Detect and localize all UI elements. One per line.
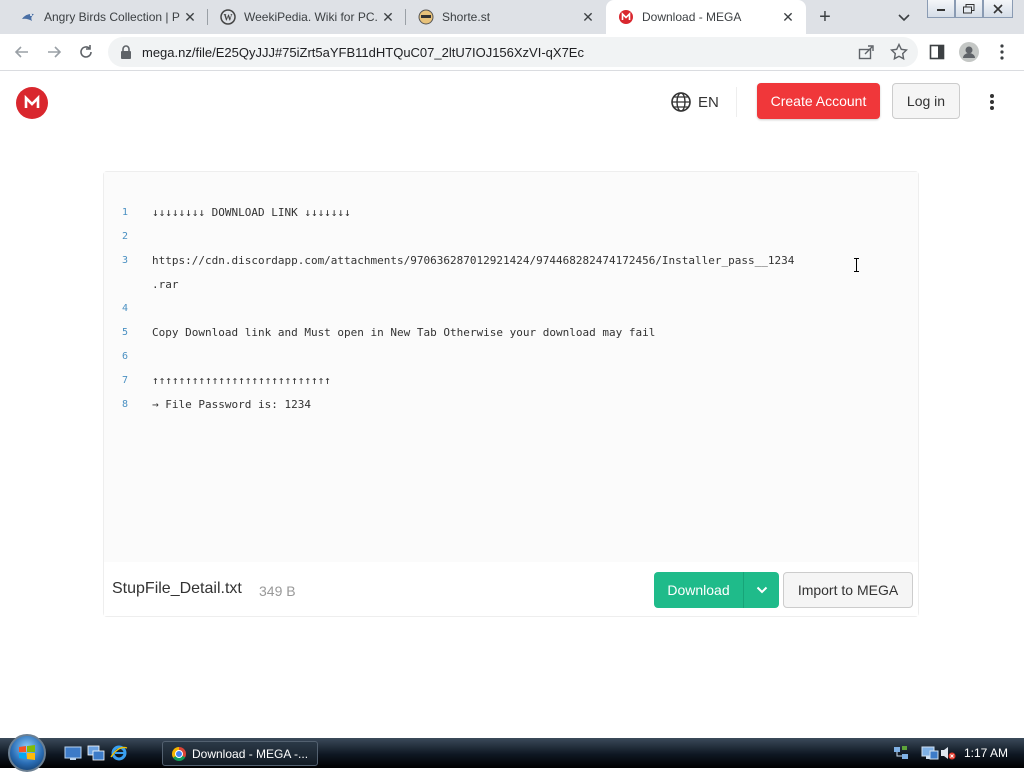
display-tray-icon[interactable] <box>921 745 939 761</box>
line-text: https://cdn.discordapp.com/attachments/9… <box>152 253 795 267</box>
line-number: 6 <box>122 350 129 362</box>
line-number: 7 <box>122 374 129 386</box>
download-button-group: Download <box>654 572 779 608</box>
forward-icon[interactable] <box>42 40 66 64</box>
tab-weekipedia[interactable]: W WeekiPedia. Wiki for PC. ✕ <box>200 0 406 34</box>
taskbar: Download - MEGA -... 1:17 AM <box>0 734 1024 772</box>
show-desktop-icon[interactable] <box>64 745 82 761</box>
code-line: 8 → File Password is: 1234 <box>122 392 794 416</box>
url-text: mega.nz/file/E25QyJJJ#75iZrt5aYFB11dHTQu… <box>142 45 584 60</box>
code-line: 2 <box>122 224 794 248</box>
tab-shortest[interactable]: Shorte.st ✕ <box>398 0 606 34</box>
minimize-button[interactable] <box>927 0 955 18</box>
line-number: 8 <box>122 398 129 410</box>
clock: 1:17 AM <box>964 746 1009 760</box>
bird-icon <box>20 9 36 25</box>
line-number: 4 <box>122 302 129 314</box>
taskbar-window-label: Download - MEGA -... <box>192 746 309 761</box>
browser-toolbar: mega.nz/file/E25QyJJJ#75iZrt5aYFB11dHTQu… <box>0 34 1024 71</box>
start-button[interactable] <box>8 734 46 772</box>
tab-mega[interactable]: Download - MEGA ✕ <box>606 0 806 34</box>
share-icon[interactable] <box>858 44 874 65</box>
code-line: 6 <box>122 344 794 368</box>
wordpress-icon: W <box>220 9 236 25</box>
tab-title: Angry Birds Collection | P <box>44 10 180 24</box>
close-window-button[interactable] <box>983 0 1013 18</box>
code-line: 3 https://cdn.discordapp.com/attachments/… <box>122 248 794 272</box>
file-size: 349 B <box>259 583 296 599</box>
switch-windows-icon[interactable] <box>87 745 105 761</box>
tab-strip: Angry Birds Collection | P ✕ W WeekiPedi… <box>0 0 1024 34</box>
new-tab-button[interactable]: + <box>813 5 837 29</box>
login-button[interactable]: Log in <box>892 83 960 119</box>
profile-avatar-icon[interactable] <box>957 40 981 64</box>
shortest-icon <box>418 9 434 25</box>
code-line: 5 Copy Download link and Must open in New… <box>122 320 794 344</box>
code-block: 1 ↓↓↓↓↓↓↓↓ DOWNLOAD LINK ↓↓↓↓↓↓↓ 2 3 https… <box>122 200 794 416</box>
lock-icon <box>120 45 132 59</box>
line-number: 2 <box>122 230 129 242</box>
svg-text:W: W <box>224 13 233 23</box>
address-bar[interactable]: mega.nz/file/E25QyJJJ#75iZrt5aYFB11dHTQu… <box>108 37 918 67</box>
globe-icon <box>671 92 691 112</box>
text-preview: 1 ↓↓↓↓↓↓↓↓ DOWNLOAD LINK ↓↓↓↓↓↓↓ 2 3 https… <box>104 172 918 562</box>
bookmark-star-icon[interactable] <box>889 42 909 66</box>
tab-title: Shorte.st <box>442 10 491 24</box>
code-line: .rar <box>122 272 794 296</box>
code-line: 4 <box>122 296 794 320</box>
create-account-button[interactable]: Create Account <box>757 83 880 119</box>
divider <box>736 87 737 117</box>
line-text: ↑↑↑↑↑↑↑↑↑↑↑↑↑↑↑↑↑↑↑↑↑↑↑↑↑↑↑ <box>152 373 331 387</box>
back-icon[interactable] <box>10 40 34 64</box>
internet-explorer-icon[interactable] <box>110 745 128 761</box>
browser-menu-icon[interactable] <box>990 40 1014 64</box>
close-tab-icon[interactable]: ✕ <box>182 9 198 25</box>
chevron-down-icon[interactable] <box>893 7 915 29</box>
mega-logo-icon[interactable] <box>16 87 48 119</box>
tab-title: Download - MEGA <box>642 10 742 24</box>
close-tab-icon[interactable]: ✕ <box>580 9 596 25</box>
line-number: 5 <box>122 326 129 338</box>
language-label: EN <box>698 93 719 111</box>
close-tab-icon[interactable]: ✕ <box>780 9 796 25</box>
text-cursor-icon <box>854 258 859 272</box>
file-name: StupFile_Detail.txt <box>112 580 242 597</box>
page-content: EN Create Account Log in 1 ↓↓↓↓↓↓↓↓ DOWNL… <box>0 71 1024 738</box>
code-line: 7 ↑↑↑↑↑↑↑↑↑↑↑↑↑↑↑↑↑↑↑↑↑↑↑↑↑↑↑ <box>122 368 794 392</box>
line-text: → File Password is: 1234 <box>152 397 311 411</box>
line-text: Copy Download link and Must open in New … <box>152 325 656 339</box>
code-line: 1 ↓↓↓↓↓↓↓↓ DOWNLOAD LINK ↓↓↓↓↓↓↓ <box>122 200 794 224</box>
line-number: 1 <box>122 206 129 218</box>
side-panel-icon[interactable] <box>925 40 949 64</box>
close-tab-icon[interactable]: ✕ <box>380 9 396 25</box>
reload-icon[interactable] <box>74 40 98 64</box>
tab-title: WeekiPedia. Wiki for PC. <box>244 10 378 24</box>
mega-icon <box>618 9 634 25</box>
import-to-mega-button[interactable]: Import to MEGA <box>783 572 913 608</box>
line-text: ↓↓↓↓↓↓↓↓ DOWNLOAD LINK ↓↓↓↓↓↓↓ <box>152 205 351 219</box>
language-selector[interactable]: EN <box>670 91 719 113</box>
file-card: 1 ↓↓↓↓↓↓↓↓ DOWNLOAD LINK ↓↓↓↓↓↓↓ 2 3 https… <box>103 171 919 617</box>
chrome-icon <box>172 746 186 761</box>
line-text: .rar <box>152 277 179 291</box>
volume-muted-icon[interactable] <box>940 745 956 761</box>
download-options-chevron-icon[interactable] <box>744 572 779 608</box>
file-footer: StupFile_Detail.txt 349 B Download Impor… <box>104 562 918 616</box>
line-number: 3 <box>122 254 129 266</box>
network-tray-icon[interactable] <box>892 745 910 761</box>
more-menu-icon[interactable] <box>982 92 1002 112</box>
taskbar-window-button[interactable]: Download - MEGA -... <box>162 741 318 766</box>
tab-angry-birds[interactable]: Angry Birds Collection | P ✕ <box>0 0 208 34</box>
restore-button[interactable] <box>955 0 983 18</box>
download-button[interactable]: Download <box>654 572 744 608</box>
